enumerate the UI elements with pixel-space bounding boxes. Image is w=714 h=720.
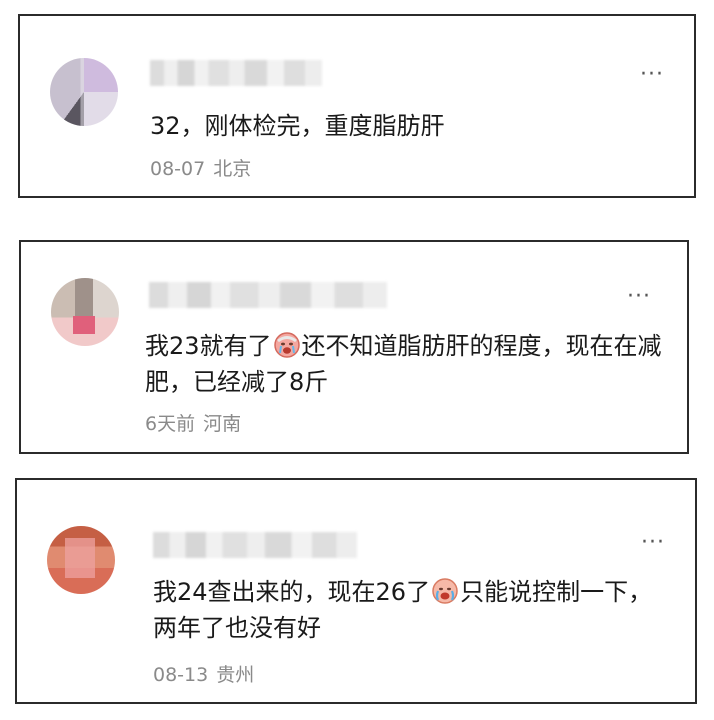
crying-face-icon [273,332,300,358]
comment-card-3: ··· 我24查出来的，现在26了 只能说控制一下，两年了也没有好 08-13 贵… [15,478,697,704]
more-options-icon[interactable]: ··· [641,532,665,554]
comment-text: 我23就有了 还不知道脂肪肝的程度，现在在减肥，已经减了8斤 [145,328,665,400]
comment-meta: 6天前 河南 [145,412,241,436]
comment-text: 32，刚体检完，重度脂肪肝 [150,112,445,140]
comment-meta: 08-07 北京 [150,157,251,181]
comment-text-part-1: 我23就有了 [145,332,272,360]
comment-card-2: ··· 我23就有了 还不知道脂肪肝的程度，现在在减肥，已经减了8斤 6天前 河南 [19,240,689,454]
comment-date: 08-13 [153,664,209,686]
more-options-icon[interactable]: ··· [640,64,664,86]
username-blurred[interactable] [153,532,357,558]
comment-card-1: ··· 32，刚体检完，重度脂肪肝 08-07 北京 [18,14,696,198]
more-options-icon[interactable]: ··· [627,286,651,308]
avatar[interactable] [50,58,118,126]
avatar[interactable] [51,278,119,346]
avatar[interactable] [47,526,115,594]
username-blurred[interactable] [149,282,387,308]
username-blurred[interactable] [150,60,322,86]
comment-meta: 08-13 贵州 [153,663,254,687]
crying-face-icon [432,578,458,604]
comment-location: 河南 [203,413,242,435]
comment-location: 贵州 [216,664,255,686]
comment-date: 6天前 [145,413,196,435]
comment-text: 我24查出来的，现在26了 只能说控制一下，两年了也没有好 [153,574,673,646]
comment-location: 北京 [213,158,252,180]
comment-date: 08-07 [150,158,206,180]
comment-text-part-1: 我24查出来的，现在26了 [153,578,431,606]
